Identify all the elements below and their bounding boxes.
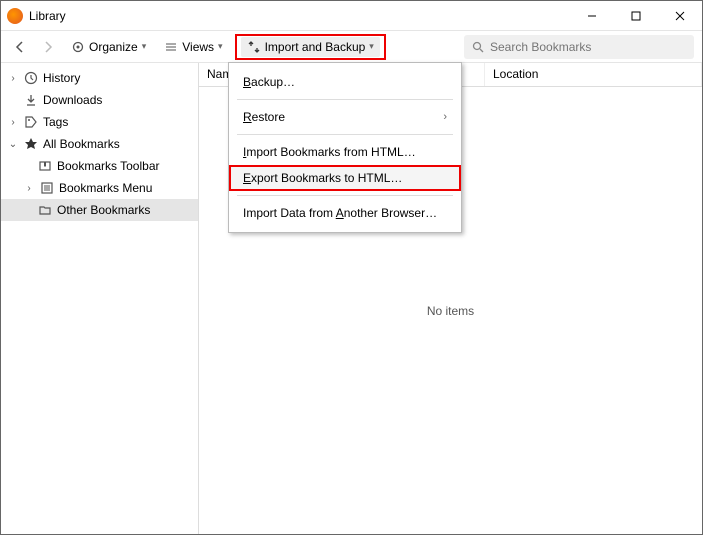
expand-icon[interactable]: › bbox=[23, 183, 35, 194]
star-icon bbox=[23, 136, 39, 152]
import-backup-menu: Backup… Restore › Import Bookmarks from … bbox=[228, 62, 462, 233]
search-icon bbox=[472, 41, 484, 53]
menu-item-export-html[interactable]: Export Bookmarks to HTML… bbox=[229, 165, 461, 191]
import-backup-label: Import and Backup bbox=[265, 40, 366, 54]
chevron-down-icon: ▾ bbox=[142, 41, 147, 52]
menu-separator bbox=[237, 195, 453, 196]
sidebar-item-bookmarks-toolbar[interactable]: Bookmarks Toolbar bbox=[1, 155, 198, 177]
close-button[interactable] bbox=[658, 1, 702, 31]
bookmark-toolbar-icon bbox=[37, 158, 53, 174]
sidebar-label: Other Bookmarks bbox=[57, 203, 150, 217]
menu-item-restore[interactable]: Restore › bbox=[229, 104, 461, 130]
titlebar: Library bbox=[1, 1, 702, 31]
folder-icon bbox=[37, 202, 53, 218]
download-icon bbox=[23, 92, 39, 108]
expand-icon[interactable]: › bbox=[7, 73, 19, 84]
toolbar: Organize ▾ Views ▾ Import and Backup ▾ bbox=[1, 31, 702, 63]
menu-item-import-html[interactable]: Import Bookmarks from HTML… bbox=[229, 139, 461, 165]
tag-icon bbox=[23, 114, 39, 130]
sidebar-item-other-bookmarks[interactable]: Other Bookmarks bbox=[1, 199, 198, 221]
sidebar-item-downloads[interactable]: Downloads bbox=[1, 89, 198, 111]
back-button[interactable] bbox=[9, 36, 31, 58]
window-title: Library bbox=[29, 9, 66, 23]
sidebar-label: Tags bbox=[43, 115, 68, 129]
sidebar-item-bookmarks-menu[interactable]: › Bookmarks Menu bbox=[1, 177, 198, 199]
updown-arrows-icon bbox=[247, 40, 261, 54]
sidebar-label: History bbox=[43, 71, 80, 85]
gear-icon bbox=[71, 40, 85, 54]
menu-item-backup[interactable]: Backup… bbox=[229, 69, 461, 95]
column-header-location[interactable]: Location bbox=[485, 63, 702, 86]
search-box[interactable] bbox=[464, 35, 694, 59]
organize-label: Organize bbox=[89, 40, 138, 54]
sidebar-label: Bookmarks Toolbar bbox=[57, 159, 160, 173]
firefox-icon bbox=[7, 8, 23, 24]
menu-separator bbox=[237, 99, 453, 100]
sidebar-item-tags[interactable]: › Tags bbox=[1, 111, 198, 133]
sidebar-label: Downloads bbox=[43, 93, 102, 107]
minimize-button[interactable] bbox=[570, 1, 614, 31]
chevron-right-icon: › bbox=[443, 111, 447, 123]
maximize-button[interactable] bbox=[614, 1, 658, 31]
bookmark-menu-icon bbox=[39, 180, 55, 196]
chevron-down-icon: ▾ bbox=[218, 41, 223, 52]
expand-icon[interactable]: › bbox=[7, 117, 19, 128]
sidebar-label: Bookmarks Menu bbox=[59, 181, 152, 195]
views-label: Views bbox=[182, 40, 214, 54]
list-icon bbox=[164, 40, 178, 54]
sidebar: › History Downloads › Tags ⌄ All Bookmar… bbox=[1, 63, 199, 534]
search-input[interactable] bbox=[490, 40, 686, 54]
views-dropdown[interactable]: Views ▾ bbox=[158, 37, 228, 57]
forward-button[interactable] bbox=[37, 36, 59, 58]
chevron-down-icon: ▾ bbox=[369, 41, 374, 52]
sidebar-item-all-bookmarks[interactable]: ⌄ All Bookmarks bbox=[1, 133, 198, 155]
clock-icon bbox=[23, 70, 39, 86]
organize-dropdown[interactable]: Organize ▾ bbox=[65, 37, 152, 57]
sidebar-item-history[interactable]: › History bbox=[1, 67, 198, 89]
empty-message: No items bbox=[427, 304, 474, 318]
collapse-icon[interactable]: ⌄ bbox=[7, 139, 19, 150]
menu-item-import-other-browser[interactable]: Import Data from Another Browser… bbox=[229, 200, 461, 226]
menu-separator bbox=[237, 134, 453, 135]
import-backup-dropdown[interactable]: Import and Backup ▾ bbox=[241, 37, 380, 57]
import-backup-highlight: Import and Backup ▾ bbox=[235, 34, 386, 60]
sidebar-label: All Bookmarks bbox=[43, 137, 120, 151]
